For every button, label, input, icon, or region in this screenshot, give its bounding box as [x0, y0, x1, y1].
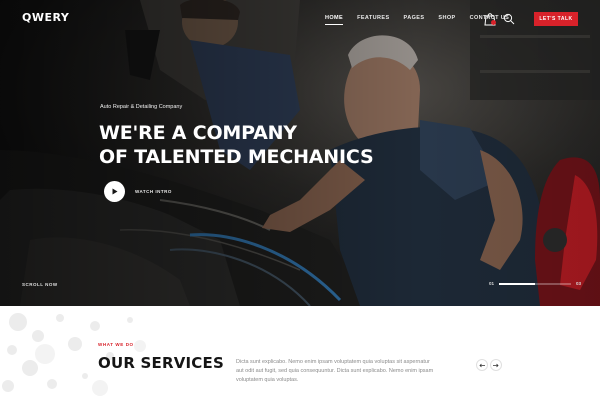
- slide-current: 01: [489, 281, 495, 286]
- services-prev-button[interactable]: [476, 359, 488, 371]
- hero-eyebrow: Auto Repair & Detailing Company: [100, 104, 183, 110]
- cart-badge: [491, 20, 496, 25]
- services-eyebrow: What We Do: [98, 342, 134, 347]
- hero-section: QWERY Home Features Pages Shop Contact U…: [0, 0, 600, 306]
- play-button[interactable]: [104, 181, 125, 202]
- watch-intro-label: Watch Intro: [135, 189, 172, 194]
- scroll-now-link[interactable]: Scroll Now: [22, 282, 58, 287]
- slide-progress-track[interactable]: [499, 282, 572, 285]
- search-icon[interactable]: [503, 13, 515, 25]
- services-title: Our Services: [98, 354, 224, 372]
- nav-item-shop[interactable]: Shop: [438, 15, 455, 25]
- arrow-right-icon: [493, 363, 499, 367]
- site-header: QWERY Home Features Pages Shop Contact U…: [0, 0, 600, 38]
- hero-headline-line-1: We're a company: [99, 122, 297, 144]
- services-next-button[interactable]: [490, 359, 502, 371]
- play-icon: [112, 188, 118, 195]
- page: QWERY Home Features Pages Shop Contact U…: [0, 0, 600, 400]
- slide-progress-fill: [499, 282, 536, 285]
- logo[interactable]: QWERY: [22, 11, 69, 24]
- lets-talk-button[interactable]: Let's Talk: [534, 12, 578, 26]
- hero-headline: We're a company of talented mechanics: [99, 121, 374, 169]
- services-section: What We Do Our Services Dicta sunt expli…: [0, 306, 600, 400]
- grunge-texture: [2, 313, 146, 396]
- slide-total: 03: [576, 281, 582, 286]
- nav-item-home[interactable]: Home: [325, 15, 344, 25]
- watch-intro-button[interactable]: Watch Intro: [104, 181, 172, 202]
- nav-item-pages[interactable]: Pages: [404, 15, 425, 25]
- services-description: Dicta sunt explicabo. Nemo enim ipsam vo…: [236, 359, 434, 383]
- nav-item-features[interactable]: Features: [357, 15, 389, 25]
- hero-headline-line-2: of talented mechanics: [99, 146, 374, 168]
- arrow-left-icon: [479, 363, 485, 367]
- slide-progress: 01 03: [489, 281, 581, 286]
